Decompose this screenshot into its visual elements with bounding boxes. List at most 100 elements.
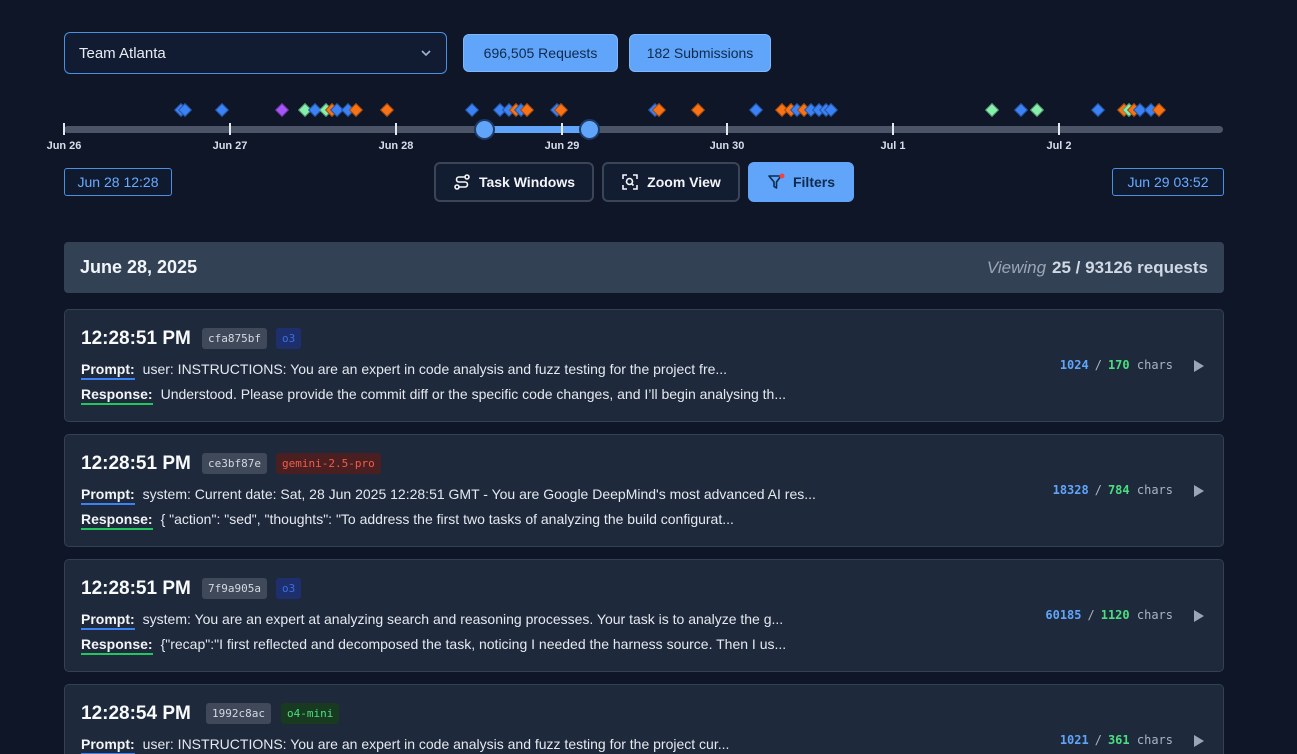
timeline-marker[interactable] xyxy=(379,102,395,118)
prompt-label: Prompt: xyxy=(81,361,135,380)
model-badge: o3 xyxy=(276,328,302,349)
play-icon[interactable] xyxy=(1193,484,1205,498)
request-time: 12:28:54 PM xyxy=(81,703,191,724)
input-chars: 1024 xyxy=(1059,358,1089,372)
model-badge: gemini-2.5-pro xyxy=(276,453,381,474)
chars-unit: chars xyxy=(1136,358,1173,372)
prompt-text: user: INSTRUCTIONS: You are an expert in… xyxy=(142,736,730,752)
play-icon[interactable] xyxy=(1193,734,1205,748)
team-select[interactable]: Team Atlanta xyxy=(64,32,447,74)
timeline-label: Jun 27 xyxy=(212,140,248,152)
timeline-marker[interactable] xyxy=(464,102,480,118)
timeline-marker[interactable] xyxy=(274,102,290,118)
timeline-marker[interactable] xyxy=(748,102,764,118)
input-chars: 1021 xyxy=(1059,733,1089,747)
request-hash: 7f9a905a xyxy=(202,578,267,599)
prompt-label: Prompt: xyxy=(81,736,135,754)
response-text: { "action": "sed", "thoughts": "To addre… xyxy=(160,511,734,527)
response-label: Response: xyxy=(81,386,153,405)
requests-button[interactable]: 696,505 Requests xyxy=(463,34,618,72)
prompt-text: system: You are an expert at analyzing s… xyxy=(142,611,784,627)
request-time: 12:28:51 PM xyxy=(81,578,191,599)
timeline-label: Jun 26 xyxy=(46,140,82,152)
response-text: {"recap":"I first reflected and decompos… xyxy=(160,636,787,652)
output-chars: 1120 xyxy=(1100,608,1130,622)
scan-icon xyxy=(622,174,638,190)
output-chars: 170 xyxy=(1107,358,1130,372)
play-icon[interactable] xyxy=(1193,609,1205,623)
range-end-box: Jun 29 03:52 xyxy=(1112,168,1224,196)
request-card[interactable]: 12:28:51 PM 7f9a905a o3 Prompt: system: Y… xyxy=(64,559,1224,672)
prompt-text: user: INSTRUCTIONS: You are an expert in… xyxy=(142,361,728,377)
output-chars: 784 xyxy=(1107,483,1130,497)
timeline-label: Jun 30 xyxy=(709,140,745,152)
request-card[interactable]: 12:28:51 PM cfa875bf o3 Prompt: user: INS… xyxy=(64,309,1224,422)
timeline-tick xyxy=(1058,123,1060,135)
request-hash: cfa875bf xyxy=(202,328,267,349)
prompt-row: Prompt: user: INSTRUCTIONS: You are an ex… xyxy=(81,736,730,754)
request-time: 12:28:51 PM xyxy=(81,453,191,474)
prompt-text: system: Current date: Sat, 28 Jun 2025 1… xyxy=(142,486,816,502)
output-chars: 361 xyxy=(1107,733,1130,747)
char-count: 18328/784 chars xyxy=(1052,483,1173,497)
timeline-marker[interactable] xyxy=(1013,102,1029,118)
chars-unit: chars xyxy=(1136,608,1173,622)
char-count: 1021/361 chars xyxy=(1059,733,1173,747)
response-row: Response: Understood. Please provide the … xyxy=(81,386,787,405)
viewing-summary: Viewing 25 / 93126 requests xyxy=(987,258,1208,278)
response-row: Response: {"recap":"I first reflected and… xyxy=(81,636,787,655)
request-card[interactable]: 12:28:51 PM ce3bf87e gemini-2.5-pro Prom… xyxy=(64,434,1224,547)
timeline-tick xyxy=(229,123,231,135)
timeline-marker[interactable] xyxy=(1090,102,1106,118)
team-select-value: Team Atlanta xyxy=(79,44,166,62)
timeline[interactable]: Jun 26 Jun 27 Jun 28 Jun 29 Jun 30 Jul 1… xyxy=(0,96,1297,160)
response-label: Response: xyxy=(81,511,153,530)
request-time: 12:28:51 PM xyxy=(81,328,191,349)
timeline-tick xyxy=(63,123,65,135)
prompt-row: Prompt: user: INSTRUCTIONS: You are an ex… xyxy=(81,361,728,380)
filters-button[interactable]: Filters xyxy=(748,162,854,202)
requests-label: 696,505 Requests xyxy=(483,45,598,61)
submissions-label: 182 Submissions xyxy=(646,45,754,61)
timeline-end-handle[interactable] xyxy=(579,119,600,140)
date-header: June 28, 2025 Viewing 25 / 93126 requests xyxy=(64,242,1224,293)
response-row: Response: { "action": "sed", "thoughts": … xyxy=(81,511,734,530)
input-chars: 60185 xyxy=(1045,608,1082,622)
request-card[interactable]: 12:28:54 PM 1992c8ac o4-mini Prompt: user… xyxy=(64,684,1224,754)
timeline-track[interactable] xyxy=(64,126,1223,133)
timeline-marker[interactable] xyxy=(690,102,706,118)
timeline-marker[interactable] xyxy=(984,102,1000,118)
timeline-marker[interactable] xyxy=(1029,102,1045,118)
filter-icon xyxy=(768,173,785,189)
timeline-marker[interactable] xyxy=(214,102,230,118)
play-icon[interactable] xyxy=(1193,359,1205,373)
model-badge: o4-mini xyxy=(281,703,340,724)
range-end-label: Jun 29 03:52 xyxy=(1127,174,1209,190)
timeline-label: Jul 2 xyxy=(1046,140,1072,152)
timeline-selected-range xyxy=(484,126,589,133)
input-chars: 18328 xyxy=(1052,483,1089,497)
timeline-tick xyxy=(561,123,563,135)
prompt-row: Prompt: system: You are an expert at anal… xyxy=(81,611,784,630)
timeline-label: Jun 28 xyxy=(378,140,414,152)
prompt-row: Prompt: system: Current date: Sat, 28 Jun… xyxy=(81,486,816,505)
model-badge: o3 xyxy=(276,578,302,599)
timeline-label: Jul 1 xyxy=(880,140,906,152)
range-start-label: Jun 28 12:28 xyxy=(77,174,159,190)
task-windows-button[interactable]: Task Windows xyxy=(434,162,594,202)
task-windows-label: Task Windows xyxy=(478,174,576,190)
timeline-label: Jun 29 xyxy=(544,140,580,152)
chevron-down-icon xyxy=(421,50,431,57)
date-title: June 28, 2025 xyxy=(80,257,198,277)
request-hash: 1992c8ac xyxy=(206,703,271,724)
submissions-button[interactable]: 182 Submissions xyxy=(629,34,771,72)
viewing-count: 25 / 93126 requests xyxy=(1052,257,1208,277)
prompt-label: Prompt: xyxy=(81,611,135,630)
char-count: 1024/170 chars xyxy=(1059,358,1173,372)
viewing-label: Viewing xyxy=(986,257,1047,277)
timeline-start-handle[interactable] xyxy=(474,119,495,140)
prompt-label: Prompt: xyxy=(81,486,135,505)
chars-unit: chars xyxy=(1136,733,1173,747)
zoom-view-button[interactable]: Zoom View xyxy=(602,162,740,202)
response-text: Understood. Please provide the commit di… xyxy=(160,386,787,402)
